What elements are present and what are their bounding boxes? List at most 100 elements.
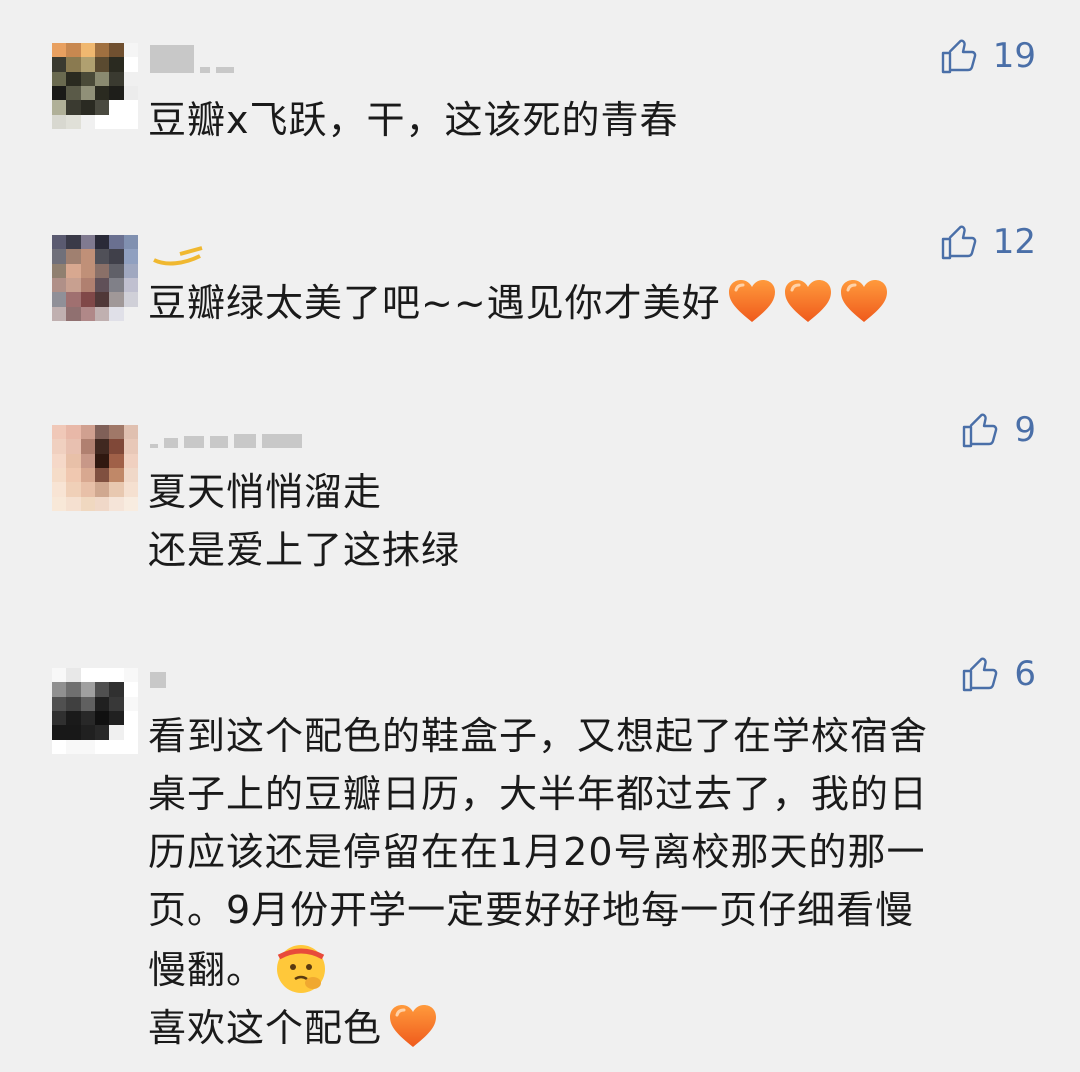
comment-text: 豆瓣绿太美了吧~~遇见你才美好 [148,274,1040,332]
avatar-pixel [52,263,67,278]
avatar-pixel [94,467,110,483]
avatar-pixel [109,235,124,250]
avatar-pixel [80,114,95,129]
avatar-pixel [80,249,95,264]
like-button[interactable]: 6 [960,654,1036,694]
avatar-pixel [109,725,124,740]
avatar-pixel [52,425,67,440]
avatar-pixel [109,439,124,454]
avatar-pixel [123,710,138,726]
avatar-pixel [66,306,81,321]
avatar-pixel [123,57,138,72]
like-count: 6 [1014,654,1036,694]
avatar-pixel [66,71,81,86]
username-blurred[interactable] [150,660,166,688]
avatar-pixel [94,292,110,307]
avatar-pixel [94,453,110,468]
avatar-pixel [52,467,67,483]
username-blurred[interactable] [150,420,302,448]
avatar-pixel [80,668,95,683]
avatar-pixel [80,277,95,293]
avatar-pixel [52,277,67,293]
avatar-pixel [109,496,124,511]
avatar-pixel [80,682,95,697]
avatar-pixel [66,57,81,72]
avatar-pixel [94,668,110,683]
avatar-pixel [123,306,138,321]
avatar-pixel [66,235,81,250]
avatar-pixel [66,668,81,683]
avatar-pixel [80,467,95,483]
avatar-pixel [109,467,124,483]
like-button[interactable]: 12 [939,222,1036,262]
avatar-pixel [80,453,95,468]
avatar-pixel [94,85,110,101]
avatar-pixel [66,100,81,115]
avatar-pixel [66,43,81,58]
avatar-pixel [109,482,124,497]
like-button[interactable]: 19 [939,36,1036,76]
avatar-pixel [123,292,138,307]
avatar-pixel [52,292,67,307]
avatar-pixel [52,71,67,86]
avatar-pixel [94,71,110,86]
avatar-pixel [94,696,110,711]
avatar-pixel [94,482,110,497]
heart-emoji [388,1003,438,1049]
avatar-pixel [80,725,95,740]
avatar-pixel [52,85,67,101]
avatar-pixel [66,696,81,711]
avatar-pixel [109,292,124,307]
avatar-pixel [123,739,138,754]
avatar-pixel [109,682,124,697]
face-emoji [273,939,329,995]
avatar-pixel [94,43,110,58]
thinking-face-emoji [265,945,329,993]
avatar-pixel [52,668,67,683]
like-button[interactable]: 9 [960,410,1036,450]
avatar-pixel [94,710,110,726]
avatar-pixel [66,292,81,307]
avatar-pixel [123,71,138,86]
avatar-pixel [80,85,95,101]
username-blurred[interactable] [150,238,206,266]
avatar-pixel [66,467,81,483]
avatar-pixel [52,114,67,129]
avatar-pixel [66,277,81,293]
username-emoji [153,246,203,266]
avatar-pixel [94,306,110,321]
avatar-pixel [52,100,67,115]
avatar-pixel [52,249,67,264]
avatar-pixel [80,710,95,726]
avatar-pixel [80,496,95,511]
avatar-pixel [94,439,110,454]
avatar[interactable] [52,425,138,511]
avatar-pixel [80,439,95,454]
avatar-pixel [80,739,95,754]
avatar-pixel [94,249,110,264]
avatar-pixel [94,496,110,511]
avatar-pixel [52,439,67,454]
avatar-pixel [80,57,95,72]
username-blurred[interactable] [150,45,234,73]
avatar-pixel [66,425,81,440]
avatar-pixel [123,496,138,511]
avatar-pixel [52,682,67,697]
avatar-pixel [123,114,138,129]
avatar[interactable] [52,43,138,129]
avatar-pixel [52,453,67,468]
avatar-pixel [66,263,81,278]
avatar-pixel [109,453,124,468]
avatar-pixel [66,710,81,726]
avatar-pixel [123,453,138,468]
avatar-pixel [66,85,81,101]
avatar-pixel [123,668,138,683]
thumbs-up-icon [963,657,998,692]
avatar-pixel [109,696,124,711]
avatar-pixel [80,306,95,321]
avatar-pixel [109,739,124,754]
avatar-pixel [94,100,110,115]
avatar[interactable] [52,235,138,321]
avatar-pixel [52,482,67,497]
avatar[interactable] [52,668,138,754]
